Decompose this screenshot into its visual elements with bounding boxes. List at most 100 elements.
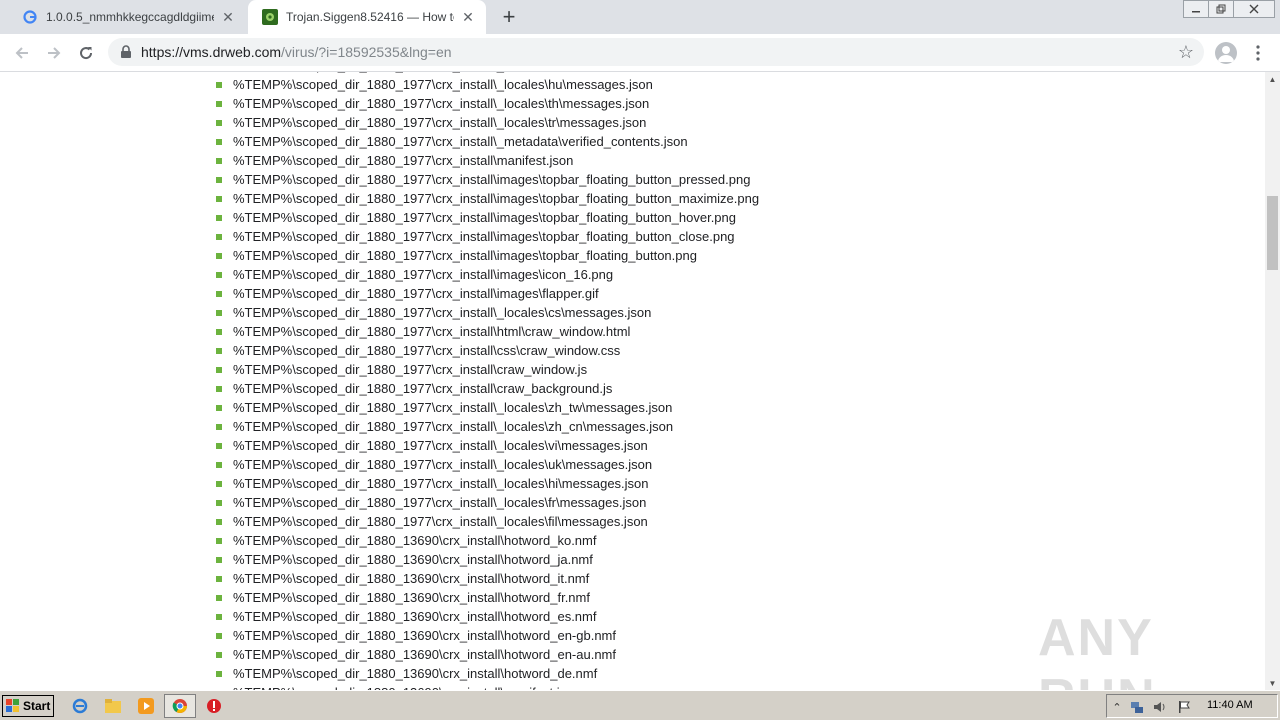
minimize-button[interactable] (1183, 0, 1209, 18)
bullet-square-icon (216, 518, 222, 525)
bullet-square-icon (216, 537, 222, 544)
file-path: %TEMP%\scoped_dir_1880_1977\crx_install\… (233, 324, 631, 339)
file-list: %TEMP%\scoped_dir_1880_1977\crx_install\… (216, 72, 759, 690)
file-path: %TEMP%\scoped_dir_1880_1977\crx_install\… (233, 229, 735, 244)
bullet-square-icon (216, 385, 222, 392)
tray-expand-icon[interactable]: ⌃ (1110, 700, 1124, 714)
bullet-square-icon (216, 119, 222, 126)
back-button[interactable] (11, 42, 33, 64)
bullet-square-icon (216, 423, 222, 430)
bullet-square-icon (216, 366, 222, 373)
file-path: %TEMP%\scoped_dir_1880_1977\crx_install\… (233, 343, 621, 358)
volume-icon[interactable] (1153, 700, 1167, 714)
file-path: %TEMP%\scoped_dir_1880_1977\crx_install\… (233, 419, 674, 434)
file-list-item: %TEMP%\scoped_dir_1880_1977\crx_install\… (216, 303, 759, 322)
file-path: %TEMP%\scoped_dir_1880_13690\crx_install… (233, 666, 598, 681)
tab-close-icon[interactable]: ✕ (220, 9, 236, 25)
reload-button[interactable] (75, 42, 97, 64)
bullet-square-icon (216, 214, 222, 221)
browser-toolbar: https://vms.drweb.com/virus/?i=18592535&… (0, 34, 1280, 72)
file-path: %TEMP%\scoped_dir_1880_1977\crx_install\… (233, 400, 673, 415)
windows-flag-icon (6, 699, 19, 712)
file-path: %TEMP%\scoped_dir_1880_1977\crx_install\… (233, 72, 559, 73)
file-list-item: %TEMP%\scoped_dir_1880_1977\crx_install\… (216, 94, 759, 113)
file-path: %TEMP%\scoped_dir_1880_1977\crx_install\… (233, 457, 653, 472)
file-list-item: %TEMP%\scoped_dir_1880_1977\crx_install\… (216, 170, 759, 189)
lock-icon (120, 45, 134, 59)
bullet-square-icon (216, 670, 222, 677)
file-list-item: %TEMP%\scoped_dir_1880_1977\crx_install\… (216, 227, 759, 246)
bullet-square-icon (216, 461, 222, 468)
chrome-icon (171, 697, 189, 715)
file-list-item: %TEMP%\scoped_dir_1880_1977\crx_install\… (216, 151, 759, 170)
scroll-up-arrow-icon[interactable]: ▲ (1265, 72, 1280, 86)
file-list-item: %TEMP%\scoped_dir_1880_1977\crx_install\… (216, 360, 759, 379)
vertical-scrollbar[interactable]: ▲ ▼ (1265, 72, 1280, 690)
file-path: %TEMP%\scoped_dir_1880_1977\crx_install\… (233, 495, 647, 510)
file-list-item: %TEMP%\scoped_dir_1880_13690\crx_install… (216, 645, 759, 664)
profile-avatar-icon[interactable] (1215, 42, 1237, 64)
start-button[interactable]: Start (2, 695, 54, 717)
bullet-square-icon (216, 328, 222, 335)
drweb-spider-icon (262, 9, 278, 25)
bullet-square-icon (216, 556, 222, 563)
tab-drweb[interactable]: Trojan.Siggen8.52416 — How to qui ✕ (248, 0, 486, 34)
file-path: %TEMP%\scoped_dir_1880_13690\crx_install… (233, 647, 616, 662)
file-list-item: %TEMP%\scoped_dir_1880_13690\crx_install… (216, 626, 759, 645)
tab-title: Trojan.Siggen8.52416 — How to qui (286, 10, 454, 24)
bullet-square-icon (216, 651, 222, 658)
bullet-square-icon (216, 252, 222, 259)
bullet-square-icon (216, 613, 222, 620)
file-list-item: %TEMP%\scoped_dir_1880_13690\crx_install… (216, 531, 759, 550)
bookmark-star-icon[interactable]: ☆ (1178, 42, 1194, 63)
google-icon (22, 9, 38, 25)
media-player-icon[interactable] (137, 697, 155, 715)
bullet-square-icon (216, 100, 222, 107)
file-path: %TEMP%\scoped_dir_1880_1977\crx_install\… (233, 381, 613, 396)
file-path: %TEMP%\scoped_dir_1880_13690\crx_install… (233, 571, 590, 586)
file-list-item: %TEMP%\scoped_dir_1880_1977\crx_install\… (216, 436, 759, 455)
file-list-item: %TEMP%\scoped_dir_1880_13690\crx_install… (216, 588, 759, 607)
file-path: %TEMP%\scoped_dir_1880_1977\crx_install\… (233, 438, 648, 453)
start-label: Start (23, 699, 51, 713)
file-list-item: %TEMP%\scoped_dir_1880_1977\crx_install\… (216, 455, 759, 474)
file-path: %TEMP%\scoped_dir_1880_1977\crx_install\… (233, 286, 599, 301)
stop-sign-icon[interactable] (205, 697, 223, 715)
file-path: %TEMP%\scoped_dir_1880_13690\crx_install… (233, 552, 593, 567)
close-window-button[interactable] (1233, 0, 1275, 18)
tab-close-icon[interactable]: ✕ (460, 9, 476, 25)
file-list-item: %TEMP%\scoped_dir_1880_1977\crx_install\… (216, 474, 759, 493)
taskbar: Start ⌃ 11:40 AM (0, 690, 1280, 720)
bullet-square-icon (216, 347, 222, 354)
file-path: %TEMP%\scoped_dir_1880_1977\crx_install\… (233, 476, 649, 491)
internet-explorer-icon[interactable] (71, 697, 89, 715)
action-center-flag-icon[interactable] (1177, 700, 1191, 714)
file-list-item: %TEMP%\scoped_dir_1880_1977\crx_install\… (216, 189, 759, 208)
network-icon[interactable] (1130, 700, 1144, 714)
bullet-square-icon (216, 632, 222, 639)
bullet-square-icon (216, 575, 222, 582)
file-path: %TEMP%\scoped_dir_1880_1977\crx_install\… (233, 77, 653, 92)
bullet-square-icon (216, 176, 222, 183)
file-list-item: %TEMP%\scoped_dir_1880_13690\crx_install… (216, 550, 759, 569)
restore-button[interactable] (1208, 0, 1234, 18)
bullet-square-icon (216, 290, 222, 297)
page-content: %TEMP%\scoped_dir_1880_1977\crx_install\… (0, 72, 1265, 690)
bullet-square-icon (216, 157, 222, 164)
file-path: %TEMP%\scoped_dir_1880_13690\crx_install… (233, 628, 616, 643)
file-list-item: %TEMP%\scoped_dir_1880_1977\crx_install\… (216, 379, 759, 398)
bullet-square-icon (216, 594, 222, 601)
tab-extension[interactable]: 1.0.0.5_nmmhkkegccagdldgiimedpicc ✕ (8, 0, 246, 34)
browser-menu-icon[interactable] (1250, 42, 1266, 64)
file-path: %TEMP%\scoped_dir_1880_1977\crx_install\… (233, 134, 688, 149)
scrollbar-thumb[interactable] (1267, 196, 1278, 270)
file-list-item: %TEMP%\scoped_dir_1880_1977\crx_install\… (216, 113, 759, 132)
file-list-item: %TEMP%\scoped_dir_1880_1977\crx_install\… (216, 132, 759, 151)
file-path: %TEMP%\scoped_dir_1880_1977\crx_install\… (233, 514, 648, 529)
new-tab-button[interactable]: + (498, 4, 520, 29)
address-bar[interactable]: https://vms.drweb.com/virus/?i=18592535&… (108, 38, 1204, 66)
file-list-item: %TEMP%\scoped_dir_1880_1977\crx_install\… (216, 512, 759, 531)
file-path: %TEMP%\scoped_dir_1880_1977\crx_install\… (233, 96, 650, 111)
forward-button[interactable] (43, 42, 65, 64)
file-explorer-icon[interactable] (104, 697, 122, 715)
